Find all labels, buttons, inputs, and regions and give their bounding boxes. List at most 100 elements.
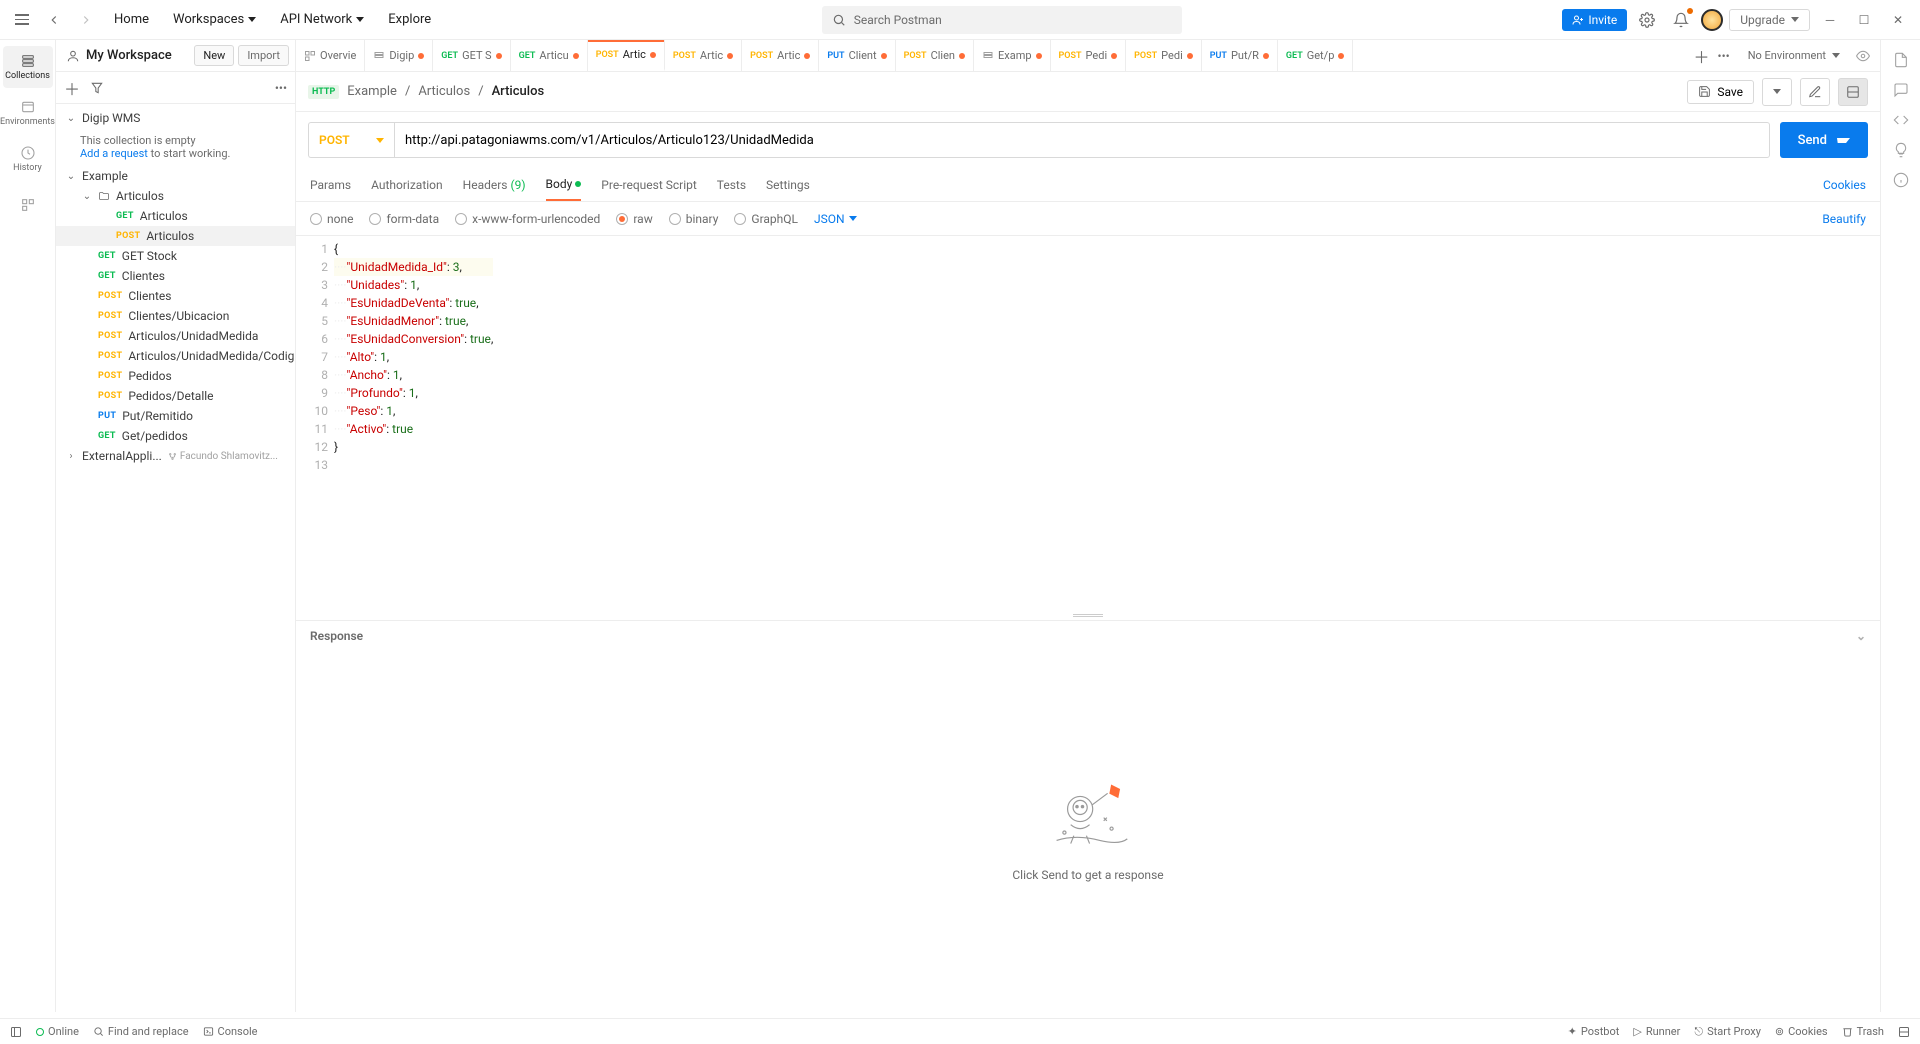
request-tab-settings[interactable]: Settings bbox=[766, 170, 810, 200]
filter-icon[interactable] bbox=[90, 81, 104, 95]
settings-icon[interactable] bbox=[1633, 6, 1661, 34]
crumb-2[interactable]: Articulos bbox=[492, 84, 545, 99]
leftbar-environments[interactable]: Environments bbox=[3, 92, 53, 134]
forward-icon[interactable] bbox=[72, 6, 100, 34]
folder-row[interactable]: ⌄Articulos bbox=[56, 186, 295, 206]
lightbulb-icon[interactable] bbox=[1893, 142, 1909, 158]
request-row[interactable]: POSTArticulos/UnidadMedida/Codig... bbox=[56, 346, 295, 366]
send-button[interactable]: Send bbox=[1780, 122, 1868, 158]
request-row[interactable]: POSTArticulos bbox=[56, 226, 295, 246]
request-row[interactable]: POSTArticulos/UnidadMedida bbox=[56, 326, 295, 346]
chevron-down-icon[interactable]: ⌄ bbox=[1856, 629, 1866, 643]
status-find[interactable]: Find and replace bbox=[93, 1025, 189, 1038]
body-type-raw[interactable]: raw bbox=[616, 212, 652, 226]
search-input[interactable]: Search Postman bbox=[822, 6, 1182, 34]
leftbar-history[interactable]: History bbox=[3, 138, 53, 180]
tab[interactable]: POSTPedi bbox=[1126, 40, 1202, 71]
request-row[interactable]: GETClientes bbox=[56, 266, 295, 286]
env-quicklook-icon[interactable] bbox=[1856, 49, 1870, 63]
upgrade-button[interactable]: Upgrade bbox=[1729, 9, 1810, 31]
tab[interactable]: PUTClient bbox=[819, 40, 895, 71]
tab[interactable]: Examp bbox=[974, 40, 1051, 71]
window-close[interactable]: ✕ bbox=[1884, 6, 1912, 34]
add-request-link[interactable]: Add a request bbox=[80, 147, 148, 160]
request-tab-authorization[interactable]: Authorization bbox=[371, 170, 443, 200]
request-tab-tests[interactable]: Tests bbox=[717, 170, 746, 200]
add-collection-icon[interactable]: ＋ bbox=[64, 76, 80, 100]
window-maximize[interactable]: ☐ bbox=[1850, 6, 1878, 34]
crumb-1[interactable]: Articulos bbox=[418, 84, 470, 99]
status-startproxy[interactable]: ⎋ Start Proxy bbox=[1694, 1025, 1761, 1039]
status-cookies[interactable]: ⊚ Cookies bbox=[1775, 1025, 1828, 1038]
user-avatar[interactable] bbox=[1701, 9, 1723, 31]
docs-icon[interactable] bbox=[1893, 52, 1909, 68]
request-row[interactable]: POSTClientes bbox=[56, 286, 295, 306]
request-row[interactable]: GETGET Stock bbox=[56, 246, 295, 266]
tab[interactable]: POSTArtic bbox=[665, 40, 742, 71]
request-row[interactable]: PUTPut/Remitido bbox=[56, 406, 295, 426]
splitter-handle[interactable] bbox=[296, 612, 1880, 620]
save-button[interactable]: Save bbox=[1687, 80, 1754, 104]
tab[interactable]: GETGET S bbox=[433, 40, 510, 71]
request-row[interactable]: GETArticulos bbox=[56, 206, 295, 226]
tab[interactable]: Overvie bbox=[296, 40, 365, 71]
tab[interactable]: POSTArtic bbox=[742, 40, 819, 71]
more-icon[interactable]: ••• bbox=[275, 81, 287, 95]
share-button[interactable] bbox=[1800, 78, 1830, 106]
comments-icon[interactable] bbox=[1893, 82, 1909, 98]
status-online[interactable]: Online bbox=[36, 1025, 79, 1038]
collection-row[interactable]: ⌄Digip WMS bbox=[56, 108, 295, 128]
body-type-binary[interactable]: binary bbox=[669, 212, 719, 226]
cookies-link[interactable]: Cookies bbox=[1823, 170, 1866, 200]
request-row[interactable]: POSTPedidos bbox=[56, 366, 295, 386]
tab-more-icon[interactable]: ••• bbox=[1718, 49, 1730, 63]
tab[interactable]: PUTPut/R bbox=[1202, 40, 1278, 71]
leftbar-configure[interactable] bbox=[3, 184, 53, 226]
body-editor[interactable]: 12345678910111213 {····"UnidadMedida_Id"… bbox=[296, 236, 1880, 612]
url-input[interactable] bbox=[394, 122, 1770, 158]
workspace-selector[interactable]: My Workspace bbox=[56, 48, 182, 63]
layout-toggle-icon[interactable] bbox=[1898, 1026, 1910, 1038]
save-dropdown[interactable] bbox=[1762, 78, 1792, 106]
request-tab-headers[interactable]: Headers (9) bbox=[463, 170, 526, 200]
beautify-link[interactable]: Beautify bbox=[1822, 212, 1866, 226]
notifications-icon[interactable] bbox=[1667, 6, 1695, 34]
crumb-0[interactable]: Example bbox=[347, 84, 397, 99]
status-console[interactable]: Console bbox=[203, 1025, 258, 1038]
import-button[interactable]: Import bbox=[238, 45, 289, 66]
body-type-x-www-form-urlencoded[interactable]: x-www-form-urlencoded bbox=[455, 212, 600, 226]
environment-selector[interactable]: No Environment bbox=[1748, 49, 1840, 62]
body-type-GraphQL[interactable]: GraphQL bbox=[734, 212, 798, 226]
request-tab-body[interactable]: Body bbox=[546, 169, 582, 201]
request-tab-pre-request-script[interactable]: Pre-request Script bbox=[601, 170, 696, 200]
new-button[interactable]: New bbox=[194, 45, 234, 66]
request-row[interactable]: POSTPedidos/Detalle bbox=[56, 386, 295, 406]
request-row[interactable]: POSTClientes/Ubicacion bbox=[56, 306, 295, 326]
nav-home[interactable]: Home bbox=[104, 0, 159, 40]
back-icon[interactable] bbox=[40, 6, 68, 34]
window-minimize[interactable]: ─ bbox=[1816, 6, 1844, 34]
body-type-form-data[interactable]: form-data bbox=[369, 212, 439, 226]
tab[interactable]: POSTClien bbox=[896, 40, 974, 71]
status-postbot[interactable]: ✦ Postbot bbox=[1568, 1025, 1620, 1038]
sidebar-toggle-icon[interactable] bbox=[10, 1026, 22, 1038]
code-icon[interactable] bbox=[1893, 112, 1909, 128]
tab[interactable]: GETArticu bbox=[511, 40, 588, 71]
layout-button[interactable] bbox=[1838, 78, 1868, 106]
invite-button[interactable]: Invite bbox=[1562, 9, 1627, 31]
tab[interactable]: POSTPedi bbox=[1051, 40, 1127, 71]
status-trash[interactable]: Trash bbox=[1842, 1025, 1884, 1038]
tab[interactable]: Digip bbox=[365, 40, 433, 71]
leftbar-collections[interactable]: Collections bbox=[3, 46, 53, 88]
new-tab-icon[interactable]: ＋ bbox=[1694, 44, 1710, 68]
request-tab-params[interactable]: Params bbox=[310, 170, 351, 200]
nav-apinetwork[interactable]: API Network bbox=[270, 0, 374, 40]
method-dropdown[interactable]: POST bbox=[308, 122, 394, 158]
tab[interactable]: GETGet/p bbox=[1278, 40, 1353, 71]
hamburger-icon[interactable] bbox=[8, 6, 36, 34]
body-type-none[interactable]: none bbox=[310, 212, 353, 226]
tab[interactable]: POSTArtic bbox=[588, 40, 665, 71]
collection-row[interactable]: ⌄Example bbox=[56, 166, 295, 186]
collection-row[interactable]: ›ExternalAppli... Facundo Shlamovitz... bbox=[56, 446, 295, 466]
nav-explore[interactable]: Explore bbox=[378, 0, 441, 40]
